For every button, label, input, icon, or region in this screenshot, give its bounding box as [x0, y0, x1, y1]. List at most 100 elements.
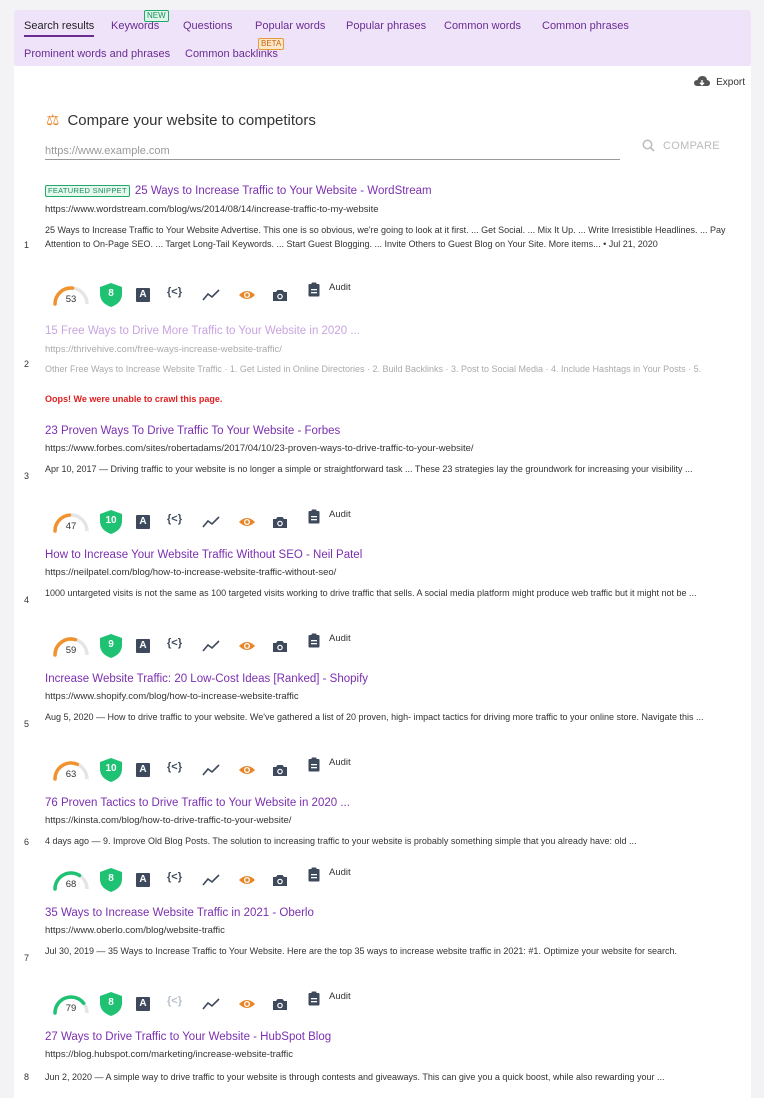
compare-button[interactable]: COMPARE: [642, 139, 720, 152]
result-title-row: 76 Proven Tactics to Drive Traffic to Yo…: [45, 797, 350, 809]
compare-url-input[interactable]: [45, 142, 620, 160]
result-title-link[interactable]: 76 Proven Tactics to Drive Traffic to Yo…: [45, 797, 350, 809]
trend-icon[interactable]: [202, 873, 220, 887]
camera-icon[interactable]: [272, 997, 288, 1011]
camera-icon[interactable]: [272, 763, 288, 777]
schema-icon[interactable]: {<}: [167, 871, 182, 883]
eye-icon[interactable]: [238, 639, 256, 653]
result-title-row: 23 Proven Ways To Drive Traffic To Your …: [45, 425, 340, 437]
result-title-link[interactable]: 23 Proven Ways To Drive Traffic To Your …: [45, 425, 340, 437]
clipboard-icon[interactable]: [308, 633, 320, 648]
result-snippet: 25 Ways to Increase Traffic to Your Webs…: [45, 225, 726, 249]
result-snippet: Other Free Ways to Increase Website Traf…: [45, 364, 702, 374]
tab-popular-phrases[interactable]: Popular phrases: [346, 19, 426, 33]
eye-icon[interactable]: [238, 997, 256, 1011]
authority-score-value: 10: [105, 763, 117, 774]
result-title-link[interactable]: 15 Free Ways to Drive More Traffic to Yo…: [45, 325, 360, 337]
result-title-link[interactable]: How to Increase Your Website Traffic Wit…: [45, 549, 362, 561]
tab-common-words[interactable]: Common words: [444, 19, 521, 33]
eye-icon[interactable]: [238, 515, 256, 529]
result-snippet: Jul 30, 2019 — 35 Ways to Increase Traff…: [45, 946, 677, 956]
trend-icon[interactable]: [202, 639, 220, 653]
schema-icon[interactable]: {<}: [167, 995, 182, 1007]
result-title-link[interactable]: Increase Website Traffic: 20 Low-Cost Id…: [45, 673, 368, 685]
schema-icon[interactable]: {<}: [167, 286, 182, 298]
audit-link[interactable]: Audit: [329, 282, 351, 293]
result-url: https://neilpatel.com/blog/how-to-increa…: [45, 567, 337, 578]
eye-icon[interactable]: [238, 873, 256, 887]
compare-heading: ⚖ Compare your website to competitors: [46, 112, 316, 129]
schema-icon[interactable]: {<}: [167, 513, 182, 525]
audit-link[interactable]: Audit: [329, 757, 351, 768]
result-rank: 1: [24, 240, 30, 250]
text-analysis-icon[interactable]: A: [136, 515, 150, 529]
result-title-row: Increase Website Traffic: 20 Low-Cost Id…: [45, 673, 368, 685]
eye-icon[interactable]: [238, 288, 256, 302]
result-snippet: 1000 untargeted visits is not the same a…: [45, 588, 697, 598]
seo-score-value: 59: [65, 645, 77, 656]
result-title-link[interactable]: 25 Ways to Increase Traffic to Your Webs…: [135, 185, 432, 197]
result-rank: 4: [24, 595, 30, 605]
result-url: https://www.wordstream.com/blog/ws/2014/…: [45, 204, 379, 215]
scale-icon: ⚖: [46, 112, 60, 129]
result-url: https://www.forbes.com/sites/robertadams…: [45, 443, 474, 454]
eye-icon[interactable]: [238, 763, 256, 777]
seo-score-value: 63: [65, 769, 77, 780]
result-snippet: Jun 2, 2020 — A simple way to drive traf…: [45, 1072, 665, 1082]
result-title-row: FEATURED SNIPPET 25 Ways to Increase Tra…: [45, 185, 432, 197]
camera-icon[interactable]: [272, 288, 288, 302]
audit-link[interactable]: Audit: [329, 509, 351, 520]
new-badge: NEW: [144, 10, 169, 22]
schema-icon[interactable]: {<}: [167, 761, 182, 773]
text-analysis-icon[interactable]: A: [136, 639, 150, 653]
result-snippet: Aug 5, 2020 — How to drive traffic to yo…: [45, 712, 704, 722]
tab-popular-words[interactable]: Popular words: [255, 19, 325, 33]
text-analysis-icon[interactable]: A: [136, 997, 150, 1011]
trend-icon[interactable]: [202, 763, 220, 777]
camera-icon[interactable]: [272, 639, 288, 653]
camera-icon[interactable]: [272, 873, 288, 887]
result-url: https://kinsta.com/blog/how-to-drive-tra…: [45, 815, 292, 826]
trend-icon[interactable]: [202, 515, 220, 529]
tab-questions[interactable]: Questions: [183, 19, 233, 33]
authority-score-value: 8: [108, 997, 114, 1008]
text-analysis-icon[interactable]: A: [136, 288, 150, 302]
text-analysis-icon[interactable]: A: [136, 763, 150, 777]
schema-icon[interactable]: {<}: [167, 637, 182, 649]
trend-icon[interactable]: [202, 288, 220, 302]
compare-title: Compare your website to competitors: [67, 112, 316, 129]
result-snippet: 4 days ago — 9. Improve Old Blog Posts. …: [45, 836, 637, 846]
trend-icon[interactable]: [202, 997, 220, 1011]
tabs-bar: Search results Keywords NEW Questions Po…: [14, 10, 751, 66]
clipboard-icon[interactable]: [308, 991, 320, 1006]
tab-search-results[interactable]: Search results: [24, 19, 95, 37]
result-title-link[interactable]: 35 Ways to Increase Website Traffic in 2…: [45, 907, 314, 919]
camera-icon[interactable]: [272, 515, 288, 529]
authority-score-value: 8: [108, 288, 114, 299]
seo-score-value: 79: [65, 1003, 77, 1014]
result-url: https://thrivehive.com/free-ways-increas…: [45, 344, 282, 355]
authority-score-value: 9: [108, 639, 114, 650]
result-rank: 3: [24, 471, 30, 481]
tab-prominent-words[interactable]: Prominent words and phrases: [24, 47, 170, 61]
text-analysis-icon[interactable]: A: [136, 873, 150, 887]
clipboard-icon[interactable]: [308, 509, 320, 524]
clipboard-icon[interactable]: [308, 282, 320, 297]
result-url: https://www.oberlo.com/blog/website-traf…: [45, 925, 225, 936]
seo-score-value: 47: [65, 521, 77, 532]
audit-link[interactable]: Audit: [329, 633, 351, 644]
clipboard-icon[interactable]: [308, 867, 320, 882]
tab-common-phrases[interactable]: Common phrases: [542, 19, 629, 33]
result-url: https://www.shopify.com/blog/how-to-incr…: [45, 691, 299, 702]
authority-score-value: 8: [108, 873, 114, 884]
result-url: https://blog.hubspot.com/marketing/incre…: [45, 1049, 293, 1060]
result-rank: 6: [24, 837, 30, 847]
audit-link[interactable]: Audit: [329, 867, 351, 878]
export-button[interactable]: Export: [694, 76, 745, 88]
result-rank: 5: [24, 719, 30, 729]
results-panel: Export ⚖ Compare your website to competi…: [14, 66, 751, 1098]
result-rank: 8: [24, 1072, 30, 1082]
audit-link[interactable]: Audit: [329, 991, 351, 1002]
clipboard-icon[interactable]: [308, 757, 320, 772]
result-title-link[interactable]: 27 Ways to Drive Traffic to Your Website…: [45, 1031, 331, 1043]
